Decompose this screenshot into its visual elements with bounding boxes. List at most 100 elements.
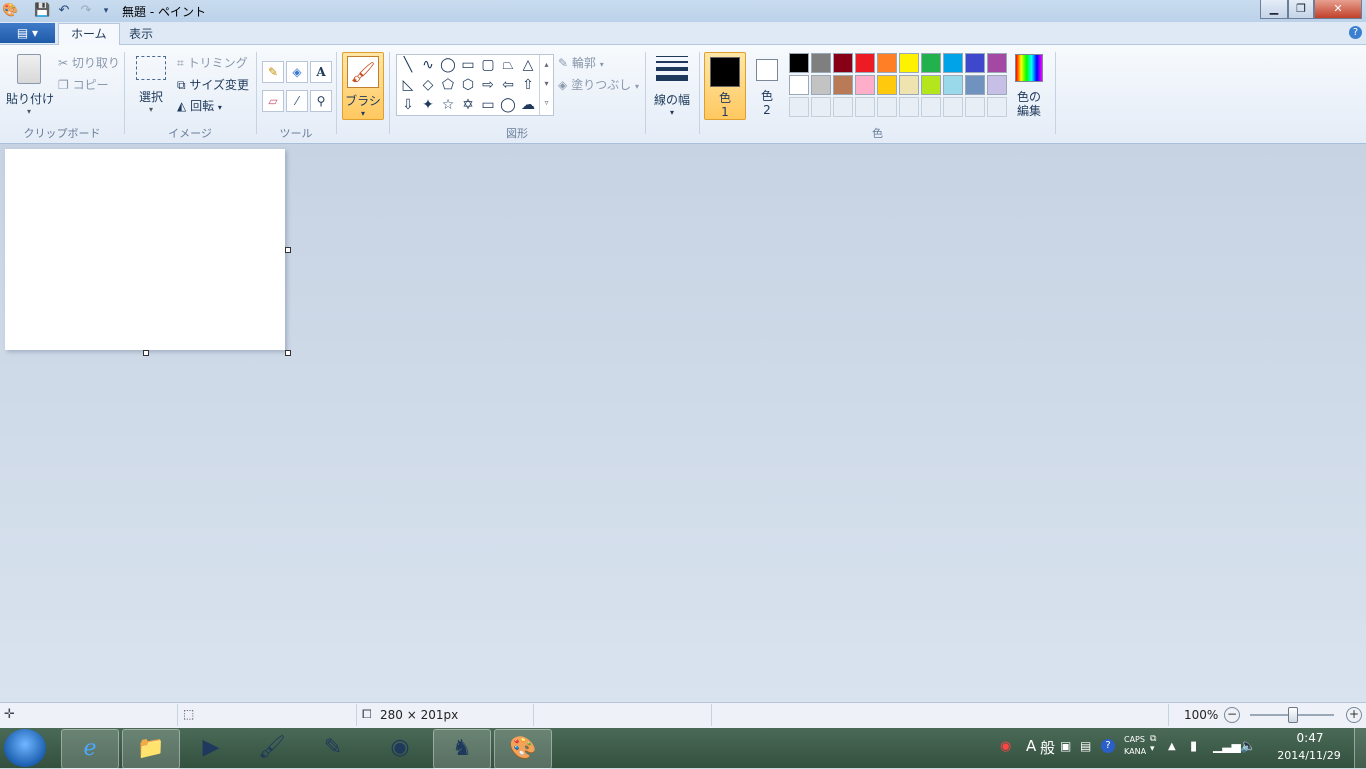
palette-color-swatch[interactable] bbox=[833, 53, 853, 73]
palette-color-swatch[interactable] bbox=[833, 75, 853, 95]
color-picker-tool[interactable]: ⁄ bbox=[286, 90, 308, 112]
internet-explorer-icon[interactable]: e bbox=[61, 729, 119, 769]
resize-button[interactable]: ⧉ サイズ変更 bbox=[177, 76, 249, 93]
paint-shop-icon[interactable]: 🖌 bbox=[244, 729, 300, 767]
notepad-icon[interactable]: ✎ bbox=[305, 729, 361, 767]
fill-tool[interactable]: ◈ bbox=[286, 61, 308, 83]
file-menu-button[interactable]: ▤ ▾ bbox=[0, 23, 55, 43]
text-tool[interactable]: A bbox=[310, 61, 332, 83]
antivirus-icon[interactable]: ◉ bbox=[1000, 739, 1011, 754]
save-icon[interactable]: 💾 bbox=[34, 3, 50, 19]
shape-2-3[interactable]: ⬠ bbox=[438, 75, 458, 95]
redo-icon[interactable]: ↷ bbox=[78, 3, 94, 19]
shape-3-6[interactable]: ◯ bbox=[498, 95, 518, 115]
maximize-button[interactable]: ❐ bbox=[1288, 0, 1314, 19]
tab-home[interactable]: ホーム bbox=[58, 23, 120, 45]
paste-button[interactable]: 貼り付け ▾ bbox=[6, 54, 54, 118]
outline-button[interactable]: ✎ 輪郭 ▾ bbox=[558, 54, 604, 71]
crop-button[interactable]: ⌗ トリミング bbox=[177, 54, 248, 71]
rotate-button[interactable]: ◭ 回転 ▾ bbox=[177, 97, 222, 114]
palette-color-swatch[interactable] bbox=[811, 75, 831, 95]
paint-taskbar-icon[interactable]: 🎨 bbox=[494, 729, 552, 769]
shape-1-3[interactable]: ◯ bbox=[438, 55, 458, 75]
shape-3-1[interactable]: ⇩ bbox=[398, 95, 418, 115]
palette-color-swatch[interactable] bbox=[921, 75, 941, 95]
chess-icon[interactable]: ♞ bbox=[433, 729, 491, 769]
resize-handle-bottom[interactable] bbox=[143, 350, 149, 356]
shape-1-6[interactable]: ⏢ bbox=[498, 55, 518, 75]
ime-kanji-indicator[interactable]: 般 bbox=[1040, 737, 1055, 758]
ime-options-icon[interactable]: ⧉ ▾ bbox=[1150, 734, 1156, 754]
palette-custom-slot[interactable] bbox=[899, 97, 919, 117]
palette-color-swatch[interactable] bbox=[899, 75, 919, 95]
palette-color-swatch[interactable] bbox=[987, 53, 1007, 73]
palette-custom-slot[interactable] bbox=[965, 97, 985, 117]
palette-custom-slot[interactable] bbox=[921, 97, 941, 117]
select-button[interactable]: 選択 ▾ bbox=[134, 56, 168, 118]
volume-icon[interactable]: 🔈 bbox=[1240, 739, 1256, 754]
palette-color-swatch[interactable] bbox=[943, 75, 963, 95]
minimize-button[interactable]: ▁ bbox=[1260, 0, 1288, 19]
paint-app-icon[interactable]: 🎨 bbox=[2, 3, 18, 19]
drawing-canvas[interactable] bbox=[5, 149, 285, 350]
clock-time[interactable]: 0:47 bbox=[1280, 731, 1340, 745]
media-player-icon[interactable]: ▶ bbox=[183, 729, 239, 767]
start-button[interactable] bbox=[4, 729, 46, 767]
line-width-button[interactable]: 線の幅 ▾ bbox=[650, 54, 694, 118]
palette-color-swatch[interactable] bbox=[789, 53, 809, 73]
ime-tool-icon[interactable]: ▣ bbox=[1060, 739, 1071, 753]
shape-1-5[interactable]: ▢ bbox=[478, 55, 498, 75]
zoom-in-button[interactable]: + bbox=[1346, 707, 1362, 723]
shape-3-5[interactable]: ▭ bbox=[478, 95, 498, 115]
palette-color-swatch[interactable] bbox=[943, 53, 963, 73]
close-button[interactable]: ✕ bbox=[1314, 0, 1362, 19]
shape-1-1[interactable]: ╲ bbox=[398, 55, 418, 75]
shape-3-3[interactable]: ☆ bbox=[438, 95, 458, 115]
shape-2-2[interactable]: ◇ bbox=[418, 75, 438, 95]
shape-2-7[interactable]: ⇧ bbox=[518, 75, 538, 95]
palette-custom-slot[interactable] bbox=[811, 97, 831, 117]
zoom-slider-thumb[interactable] bbox=[1288, 707, 1298, 723]
cut-button[interactable]: ✂ 切り取り bbox=[58, 54, 120, 71]
pencil-tool[interactable]: ✎ bbox=[262, 61, 284, 83]
palette-custom-slot[interactable] bbox=[943, 97, 963, 117]
clock-date[interactable]: 2014/11/29 bbox=[1272, 749, 1346, 762]
ime-help-icon[interactable]: ? bbox=[1101, 739, 1115, 753]
shape-3-7[interactable]: ☁ bbox=[518, 95, 538, 115]
palette-color-swatch[interactable] bbox=[899, 53, 919, 73]
palette-custom-slot[interactable] bbox=[833, 97, 853, 117]
zoom-out-button[interactable]: − bbox=[1224, 707, 1240, 723]
show-desktop-button[interactable] bbox=[1354, 728, 1366, 768]
shape-fill-button[interactable]: ◈ 塗りつぶし ▾ bbox=[558, 76, 639, 93]
chrome-icon[interactable]: ◉ bbox=[372, 729, 428, 767]
palette-color-swatch[interactable] bbox=[811, 53, 831, 73]
shape-1-7[interactable]: △ bbox=[518, 55, 538, 75]
brush-button[interactable]: 🖌 ブラシ ▾ bbox=[342, 52, 384, 120]
palette-color-swatch[interactable] bbox=[877, 53, 897, 73]
palette-color-swatch[interactable] bbox=[965, 75, 985, 95]
palette-color-swatch[interactable] bbox=[855, 53, 875, 73]
ime-mode-indicator[interactable]: A bbox=[1026, 737, 1036, 755]
palette-custom-slot[interactable] bbox=[987, 97, 1007, 117]
resize-handle-corner[interactable] bbox=[285, 350, 291, 356]
palette-color-swatch[interactable] bbox=[877, 75, 897, 95]
magnifier-tool[interactable]: ⚲ bbox=[310, 90, 332, 112]
ime-dictionary-icon[interactable]: ▤ bbox=[1080, 739, 1091, 753]
shapes-scrollbar[interactable]: ▴ ▾ ▿ bbox=[539, 55, 553, 115]
resize-handle-right[interactable] bbox=[285, 247, 291, 253]
palette-color-swatch[interactable] bbox=[987, 75, 1007, 95]
shape-3-4[interactable]: ✡ bbox=[458, 95, 478, 115]
palette-color-swatch[interactable] bbox=[965, 53, 985, 73]
palette-color-swatch[interactable] bbox=[789, 75, 809, 95]
color2-button[interactable]: 色2 bbox=[750, 52, 784, 118]
customize-quick-access-icon[interactable]: ▾ bbox=[98, 3, 114, 19]
shape-1-2[interactable]: ∿ bbox=[418, 55, 438, 75]
edit-colors-button[interactable]: 色の 編集 bbox=[1012, 54, 1046, 118]
shape-2-1[interactable]: ◺ bbox=[398, 75, 418, 95]
show-hidden-icons-button[interactable]: ▲ bbox=[1168, 741, 1176, 752]
shape-1-4[interactable]: ▭ bbox=[458, 55, 478, 75]
power-icon[interactable]: ▮ bbox=[1190, 739, 1197, 754]
network-icon[interactable]: ▁▃▅ bbox=[1213, 739, 1241, 753]
color1-button[interactable]: 色1 bbox=[704, 52, 746, 120]
shape-3-2[interactable]: ✦ bbox=[418, 95, 438, 115]
